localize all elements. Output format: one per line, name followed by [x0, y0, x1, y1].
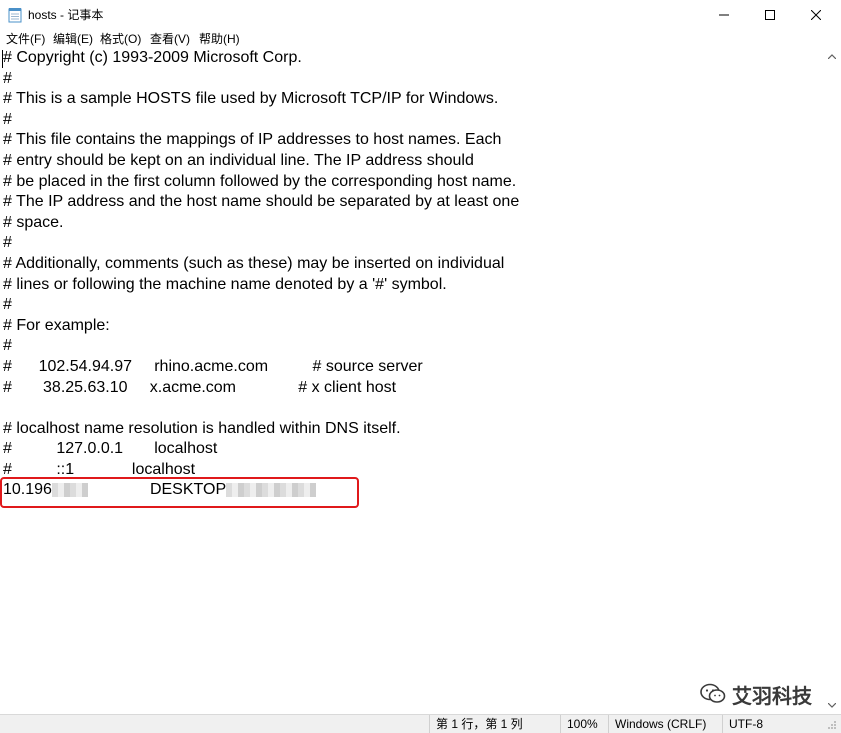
editor-line: # be placed in the first column followed…	[3, 172, 517, 190]
editor-line: # lines or following the machine name de…	[3, 275, 447, 293]
editor-line: # space.	[3, 213, 64, 231]
editor-line: #	[3, 234, 12, 252]
editor-line: # For example:	[3, 316, 110, 334]
menu-format[interactable]: 格式(O)	[98, 31, 143, 47]
scroll-down-button[interactable]	[823, 697, 841, 714]
close-icon	[811, 10, 821, 20]
editor-content[interactable]: # Copyright (c) 1993-2009 Microsoft Corp…	[3, 48, 818, 501]
menu-edit[interactable]: 编辑(E)	[51, 31, 95, 47]
encoding: UTF-8	[722, 715, 822, 733]
menu-bar: 文件(F) 编辑(E) 格式(O) 查看(V) 帮助(H)	[0, 30, 841, 48]
chevron-up-icon	[828, 54, 836, 59]
minimize-icon	[719, 14, 729, 16]
editor-line: # localhost name resolution is handled w…	[3, 419, 401, 437]
maximize-button[interactable]	[747, 0, 793, 30]
watermark: 艾羽科技	[700, 680, 812, 708]
editor-line: # Copyright (c) 1993-2009 Microsoft Corp…	[3, 49, 302, 66]
editor-line: #	[3, 110, 12, 128]
highlight-annotation-box	[0, 477, 359, 508]
watermark-text: 艾羽科技	[732, 685, 812, 708]
scroll-up-button[interactable]	[823, 48, 841, 65]
editor-line: # The IP address and the host name shoul…	[3, 193, 520, 211]
minimize-button[interactable]	[701, 0, 747, 30]
editor-line: # entry should be kept on an individual …	[3, 151, 474, 169]
editor-line: # This is a sample HOSTS file used by Mi…	[3, 90, 499, 108]
status-bar: 第 1 行，第 1 列 100% Windows (CRLF) UTF-8	[0, 714, 841, 733]
vertical-scrollbar[interactable]	[823, 48, 841, 714]
editor-line: # This file contains the mappings of IP …	[3, 131, 502, 149]
editor-line: #	[3, 296, 12, 314]
cursor-position: 第 1 行，第 1 列	[429, 715, 559, 733]
window-title: hosts - 记事本	[28, 8, 104, 22]
menu-help[interactable]: 帮助(H)	[197, 31, 242, 47]
editor-line: # 102.54.94.97 rhino.acme.com # source s…	[3, 357, 423, 375]
zoom-level: 100%	[560, 715, 608, 733]
editor-line: #	[3, 69, 12, 87]
chevron-down-icon	[828, 703, 836, 708]
wechat-logo-icon	[700, 683, 726, 703]
menu-view[interactable]: 查看(V)	[148, 31, 192, 47]
title-bar[interactable]: hosts - 记事本	[0, 0, 841, 30]
menu-file[interactable]: 文件(F)	[4, 31, 47, 47]
editor-line: # 127.0.0.1 localhost	[3, 440, 218, 458]
notepad-window: hosts - 记事本 文件(F) 编辑(E) 格式(O) 查看(V) 帮助(H…	[0, 0, 841, 733]
resize-grip-icon[interactable]	[827, 720, 837, 730]
line-ending: Windows (CRLF)	[608, 715, 721, 733]
editor-line: #	[3, 337, 12, 355]
notepad-app-icon	[8, 8, 22, 23]
maximize-icon	[765, 10, 775, 20]
text-editor[interactable]: # Copyright (c) 1993-2009 Microsoft Corp…	[0, 48, 823, 714]
close-button[interactable]	[793, 0, 839, 30]
editor-line: # Additionally, comments (such as these)…	[3, 254, 505, 272]
editor-line: # 38.25.63.10 x.acme.com # x client host	[3, 378, 397, 396]
